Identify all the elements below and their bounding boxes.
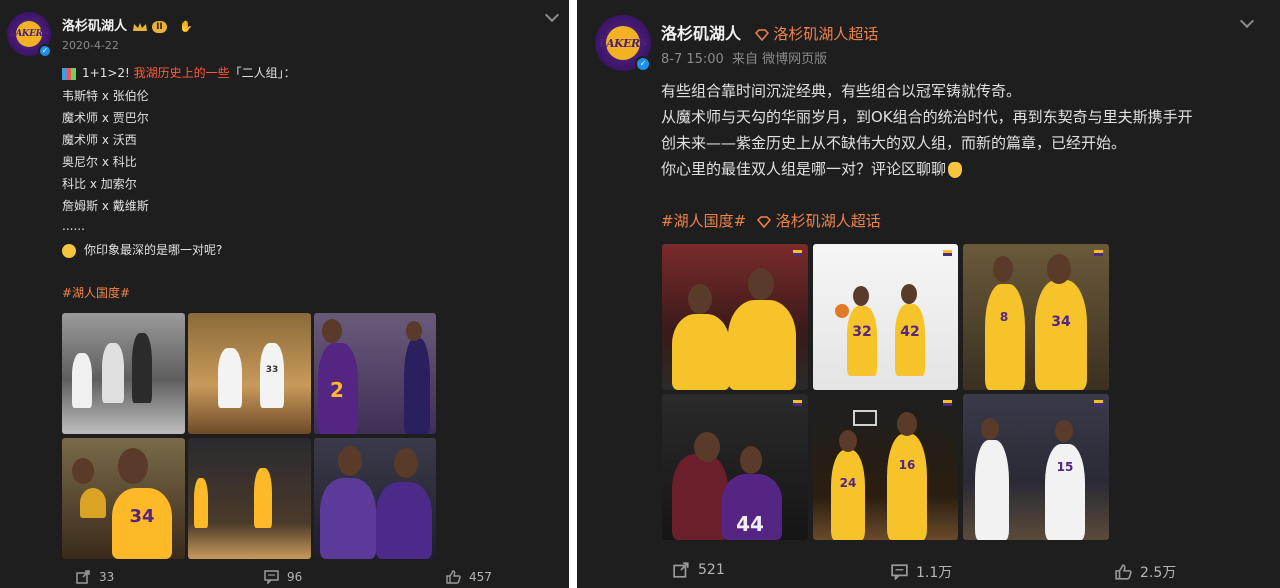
photo-thumbnail[interactable]: 2 [314,313,436,434]
repost-button[interactable]: 521 [673,562,725,578]
repost-count: 521 [698,562,725,578]
pair-line: 詹姆斯 x 戴维斯 [62,199,149,213]
jersey-number: 34 [129,506,155,527]
comment-count: 96 [287,570,303,584]
left-post-card: LAKERS ✓ 洛杉矶湖人 II ✋ 2020-4-22 1+1>2! 我湖历… [0,0,569,588]
lakers-flag-icon [1094,400,1103,406]
hashtag-link[interactable]: #湖人国度# [661,212,746,230]
post-text-line: 你心里的最佳双人组是哪一对？评论区聊聊 [661,158,963,179]
pair-line: 奥尼尔 x 科比 [62,155,137,169]
photo-thumbnail[interactable] [62,313,185,434]
jersey-number: 8 [999,310,1009,324]
intro-line: 1+1>2! 我湖历史上的一些「二人组」： [62,64,296,81]
supertopic-tag-link[interactable]: 洛杉矶湖人超话 [756,212,881,230]
lakers-flag-icon [1094,250,1103,256]
supertopic-link[interactable]: 洛杉矶湖人超话 [754,25,878,43]
crown-icon [132,22,147,31]
ellipsis: ...... [62,219,85,233]
photo-thumbnail[interactable]: 34 [62,438,185,559]
post-time[interactable]: 8-7 15:00 [661,52,724,67]
point-down-emoji-icon [948,161,963,178]
repost-icon [673,562,689,578]
question-line: 你印象最深的是哪一对呢? [62,241,222,258]
repost-button[interactable]: 33 [76,570,114,584]
jersey-number: 33 [265,365,279,375]
fan-badge-icon: ✋ [179,20,194,33]
highlight-text: 我湖历史上的一些 [133,66,230,80]
photo-thumbnail[interactable] [188,438,311,559]
comment-button[interactable]: 96 [264,570,302,584]
supertopic-icon [756,215,771,228]
level-badge: II [152,20,167,33]
photo-thumbnail[interactable]: 24 16 [813,394,958,540]
pair-line: 科比 x 加索尔 [62,177,137,191]
like-icon [1115,564,1132,580]
hashtag-row: #湖人国度# 洛杉矶湖人超话 [661,210,881,231]
lakers-flag-icon [793,400,802,406]
verified-icon: ✓ [635,56,651,72]
jersey-number: 15 [1056,460,1074,474]
comment-icon [264,570,279,584]
lakers-flag-icon [943,400,952,406]
thinking-emoji-icon [62,243,76,258]
post-meta: 8-7 15:00 来自 微博网页版 [661,48,827,67]
like-button[interactable]: 457 [446,570,492,584]
verified-icon: ✓ [38,44,52,58]
right-post-card: LAKERS ✓ 洛杉矶湖人 洛杉矶湖人超话 8-7 15:00 来自 微博网页… [577,0,1280,588]
jersey-number: 44 [736,512,764,536]
like-count: 2.5万 [1140,565,1177,581]
supertopic-icon [754,28,769,41]
post-text-line: 从魔术师与天勾的华丽岁月，到OK组合的统治时代，再到东契奇与里夫斯携手开 [661,108,1193,126]
pair-line: 魔术师 x 沃西 [62,133,137,147]
chevron-down-icon[interactable] [1239,13,1255,29]
lakers-flag-icon [943,250,952,256]
post-source: 来自 微博网页版 [731,52,828,67]
repost-icon [76,570,90,584]
username[interactable]: 洛杉矶湖人 洛杉矶湖人超话 [661,20,878,44]
comment-count: 1.1万 [916,565,953,581]
photo-thumbnail[interactable] [662,244,808,390]
jersey-number: 32 [852,324,872,340]
jersey-number: 34 [1051,314,1071,330]
username[interactable]: 洛杉矶湖人 II ✋ [62,15,193,34]
books-emoji-icon [62,67,76,80]
comment-icon [891,564,908,580]
username-text[interactable]: 洛杉矶湖人 [661,24,741,43]
chevron-down-icon[interactable] [544,7,560,23]
photo-thumbnail[interactable]: 8 34 [963,244,1109,390]
photo-thumbnail[interactable] [314,438,436,559]
photo-thumbnail[interactable]: 15 [963,394,1109,540]
jersey-number: 42 [900,324,920,340]
photo-thumbnail[interactable]: 44 [662,394,808,540]
jersey-number: 16 [898,458,916,472]
username-text[interactable]: 洛杉矶湖人 [62,19,127,34]
like-count: 457 [469,570,492,584]
post-text-line: 创未来——紫金历史上从不缺伟大的双人组，而新的篇章，已经开始。 [661,134,1127,152]
like-button[interactable]: 2.5万 [1115,562,1176,582]
jersey-number: 24 [839,476,857,490]
jersey-number: 2 [330,378,344,402]
post-text-line: 有些组合靠时间沉淀经典，有些组合以冠军铸就传奇。 [661,82,1022,100]
photo-thumbnail[interactable]: 32 42 [813,244,958,390]
repost-count: 33 [99,570,115,584]
hashtag-link[interactable]: #湖人国度# [62,284,130,301]
pair-line: 韦斯特 x 张伯伦 [62,89,149,103]
comment-button[interactable]: 1.1万 [891,562,952,582]
lakers-flag-icon [793,250,802,256]
photo-thumbnail[interactable]: 33 [188,313,311,434]
post-date[interactable]: 2020-4-22 [62,39,119,52]
like-icon [446,570,461,584]
pair-line: 魔术师 x 贾巴尔 [62,111,149,125]
